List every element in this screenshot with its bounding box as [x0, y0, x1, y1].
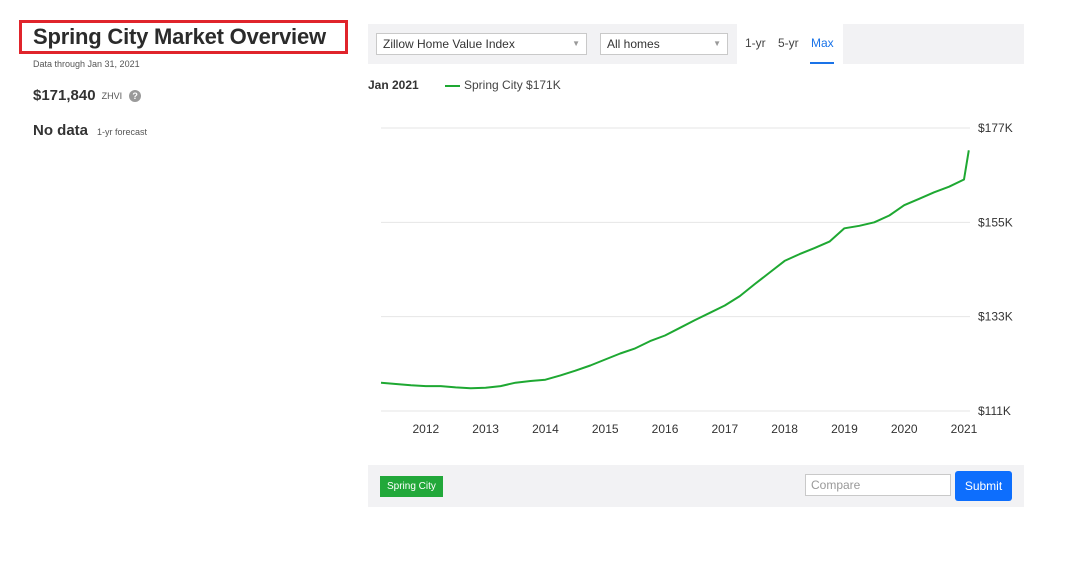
x-tick-label: 2014 [532, 422, 559, 436]
x-tick-label: 2019 [831, 422, 858, 436]
y-tick-label: $155K [978, 215, 1013, 229]
x-tick-label: 2012 [412, 422, 439, 436]
submit-button[interactable]: Submit [955, 471, 1012, 501]
x-tick-label: 2020 [891, 422, 918, 436]
x-tick-label: 2013 [472, 422, 499, 436]
y-tick-label: $133K [978, 310, 1013, 324]
x-tick-label: 2015 [592, 422, 619, 436]
x-tick-label: 2021 [951, 422, 978, 436]
x-tick-label: 2017 [711, 422, 738, 436]
x-tick-label: 2018 [771, 422, 798, 436]
compare-input[interactable] [805, 474, 951, 496]
region-tag[interactable]: Spring City [380, 476, 443, 497]
y-tick-label: $177K [978, 121, 1013, 135]
series-line-spring-city [380, 150, 970, 390]
y-tick-label: $111K [978, 404, 1011, 418]
x-tick-label: 2016 [652, 422, 679, 436]
